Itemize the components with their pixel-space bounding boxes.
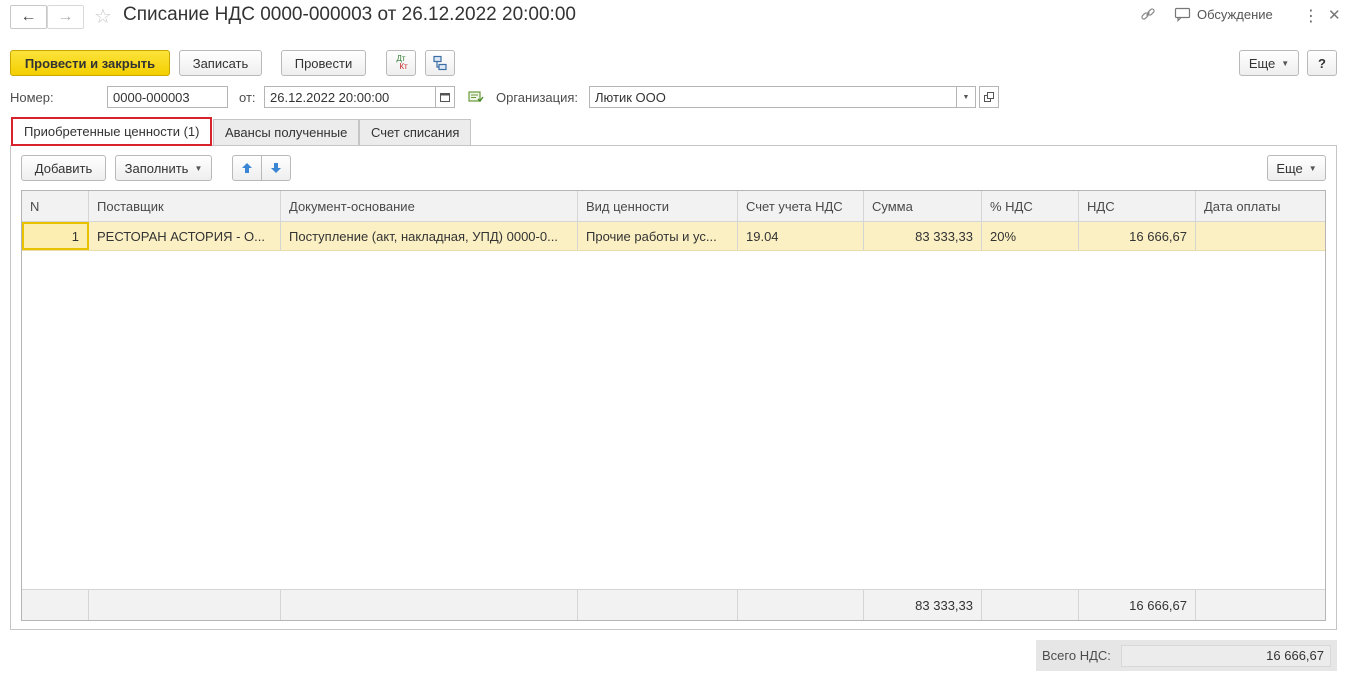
number-label: Номер: xyxy=(10,90,54,105)
column-header[interactable]: Сумма xyxy=(864,191,982,221)
post-and-close-button[interactable]: Провести и закрыть xyxy=(10,50,170,76)
chevron-down-icon: ▼ xyxy=(194,163,203,173)
org-dropdown-button[interactable]: ▼ xyxy=(956,86,976,108)
column-header[interactable]: N xyxy=(22,191,89,221)
chevron-down-icon: ▼ xyxy=(1281,58,1290,68)
forward-button[interactable]: → xyxy=(47,5,84,29)
calendar-icon xyxy=(440,93,450,102)
table-header: N Поставщик Документ-основание Вид ценно… xyxy=(22,191,1325,222)
table-cell[interactable]: Прочие работы и ус... xyxy=(578,222,738,250)
footer-sum-total: 83 333,33 xyxy=(864,590,982,620)
column-header[interactable]: НДС xyxy=(1079,191,1196,221)
arrow-right-icon: → xyxy=(57,8,74,25)
chevron-down-icon: ▼ xyxy=(1308,163,1317,173)
link-icon xyxy=(1141,8,1155,20)
chevron-down-icon: ▼ xyxy=(962,93,970,101)
arrow-up-icon xyxy=(242,163,252,173)
help-button[interactable]: ? xyxy=(1307,50,1337,76)
back-button[interactable]: ← xyxy=(10,5,47,29)
fill-button[interactable]: Заполнить ▼ xyxy=(115,155,212,181)
table-more-label: Еще xyxy=(1276,160,1303,176)
org-history-icon[interactable] xyxy=(468,90,484,107)
arrow-left-icon: ← xyxy=(20,8,37,25)
more-label: Еще xyxy=(1248,55,1276,71)
footer-cell xyxy=(22,590,89,620)
move-down-button[interactable] xyxy=(261,155,291,181)
open-window-icon xyxy=(984,92,994,102)
column-header[interactable]: Документ-основание xyxy=(281,191,578,221)
table-more-button[interactable]: Еще ▼ xyxy=(1267,155,1326,181)
column-header[interactable]: Вид ценности xyxy=(578,191,738,221)
kebab-icon[interactable]: ⋮ xyxy=(1303,6,1319,26)
more-button[interactable]: Еще ▼ xyxy=(1239,50,1299,76)
discussion-button[interactable]: Обсуждение xyxy=(1174,6,1273,22)
table-footer: 83 333,33 16 666,67 xyxy=(22,589,1325,620)
chat-icon xyxy=(1174,7,1191,22)
star-icon[interactable]: ☆ xyxy=(94,4,112,29)
calendar-button[interactable] xyxy=(435,86,455,108)
table-cell[interactable] xyxy=(1196,222,1325,250)
arrow-down-icon xyxy=(271,163,281,173)
column-header[interactable]: Дата оплаты xyxy=(1196,191,1325,221)
footer-cell xyxy=(281,590,578,620)
footer-cell xyxy=(982,590,1079,620)
dtkt-button[interactable]: Дт Кт xyxy=(386,50,416,76)
fill-label: Заполнить xyxy=(124,160,189,176)
footer-cell xyxy=(578,590,738,620)
date-field[interactable]: 26.12.2022 20:00:00 xyxy=(264,86,436,108)
vat-total-label: Всего НДС: xyxy=(1042,648,1111,663)
dtkt-icon: Дт Кт xyxy=(396,54,408,71)
footer-cell xyxy=(1196,590,1325,620)
table-cell[interactable]: Поступление (акт, накладная, УПД) 0000-0… xyxy=(281,222,578,250)
vat-total-value: 16 666,67 xyxy=(1120,644,1331,667)
table-cell[interactable]: 20% xyxy=(982,222,1079,250)
table-cell[interactable]: 1 xyxy=(22,222,89,250)
tab-acquired-values[interactable]: Приобретенные ценности (1) xyxy=(11,117,213,146)
column-header[interactable]: Поставщик xyxy=(89,191,281,221)
document-structure-icon xyxy=(433,55,447,71)
org-label: Организация: xyxy=(496,90,579,105)
column-header[interactable]: % НДС xyxy=(982,191,1079,221)
org-open-button[interactable] xyxy=(979,86,999,108)
table-cell[interactable]: 19.04 xyxy=(738,222,864,250)
tab-write-off-account[interactable]: Счет списания xyxy=(359,119,472,145)
footer-cell xyxy=(89,590,281,620)
move-up-button[interactable] xyxy=(232,155,262,181)
add-button[interactable]: Добавить xyxy=(21,155,106,181)
table-cell[interactable]: РЕСТОРАН АСТОРИЯ - О... xyxy=(89,222,281,250)
save-button[interactable]: Записать xyxy=(179,50,262,76)
window-title: Списание НДС 0000-000003 от 26.12.2022 2… xyxy=(123,4,576,25)
table-row[interactable]: 1 РЕСТОРАН АСТОРИЯ - О... Поступление (а… xyxy=(22,222,1325,251)
link-button[interactable] xyxy=(1140,6,1156,22)
close-icon[interactable]: ✕ xyxy=(1328,6,1341,24)
organization-field[interactable]: Лютик ООО xyxy=(589,86,957,108)
table-cell[interactable]: 16 666,67 xyxy=(1079,222,1196,250)
vat-total-box: Всего НДС: 16 666,67 xyxy=(1036,640,1337,671)
date-label: от: xyxy=(239,90,256,105)
post-button[interactable]: Провести xyxy=(281,50,366,76)
table-cell[interactable]: 83 333,33 xyxy=(864,222,982,250)
column-header[interactable]: Счет учета НДС xyxy=(738,191,864,221)
discussion-label: Обсуждение xyxy=(1197,6,1273,22)
footer-cell xyxy=(738,590,864,620)
tab-advances-received[interactable]: Авансы полученные xyxy=(213,119,360,145)
number-field[interactable]: 0000-000003 xyxy=(107,86,228,108)
structure-button[interactable] xyxy=(425,50,455,76)
footer-vat-total: 16 666,67 xyxy=(1079,590,1196,620)
acquired-values-table[interactable]: N Поставщик Документ-основание Вид ценно… xyxy=(21,190,1326,621)
